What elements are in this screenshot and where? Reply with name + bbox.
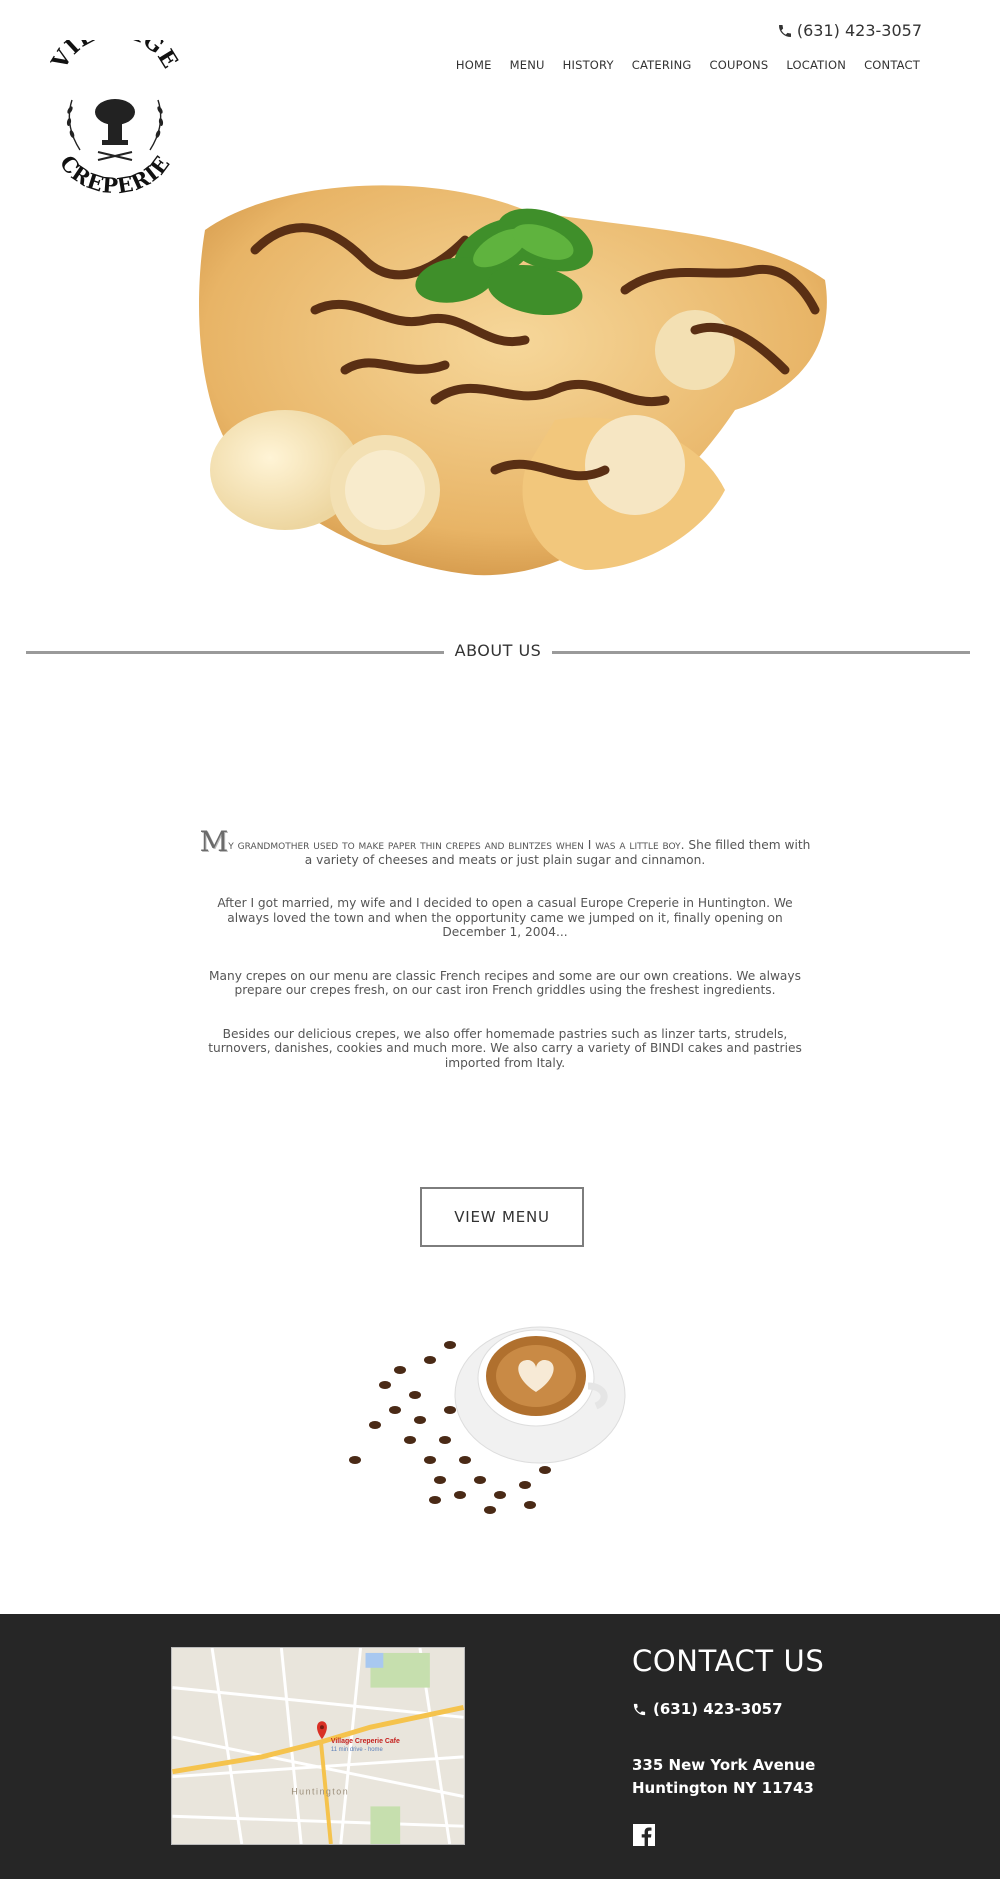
address: 335 New York Avenue Huntington NY 11743 [632,1754,815,1800]
address-line-1: 335 New York Avenue [632,1756,816,1774]
dropcap: M [199,825,229,858]
coffee-image [349,1326,626,1514]
about-text: My grandmother used to make paper thin c… [195,828,815,1099]
address-line-2: Huntington NY 11743 [632,1779,814,1797]
divider-line-right [552,651,970,654]
nav-coupons[interactable]: COUPONS [710,58,769,72]
about-paragraph-3: Many crepes on our menu are classic Fren… [209,968,801,998]
phone-icon [633,1703,646,1715]
map-sublabel: 11 min drive - home [331,1747,384,1753]
svg-text:CREPERIE: CREPERIE [55,150,175,196]
header-phone[interactable]: (631) 423-3057 [777,21,922,40]
creperie-logo[interactable]: VILLIAGE CREPERIE [50,40,180,196]
about-paragraph-1: My grandmother used to make paper thin c… [195,828,815,867]
map-town: Huntington [291,1787,349,1797]
contact-title: CONTACT US [632,1644,825,1678]
about-divider: ABOUT US [26,641,970,660]
about-paragraph-2: After I got married, my wife and I decid… [217,896,793,939]
divider-line-left [26,651,444,654]
location-map[interactable]: Village Creperie Cafe 11 min drive - hom… [171,1647,465,1845]
svg-text:VILLIAGE: VILLIAGE [50,40,180,75]
footer-phone-text: (631) 423-3057 [653,1700,783,1718]
map-label: Village Creperie Cafe [331,1738,400,1745]
about-p1-smallcaps: y grandmother used to make paper thin cr… [228,838,685,852]
footer: Village Creperie Cafe 11 min drive - hom… [0,1614,1000,1879]
nav-contact[interactable]: CONTACT [864,58,920,72]
logo-bottom-text: CREPERIE [55,150,174,196]
main-nav: HOME MENU HISTORY CATERING COUPONS LOCAT… [438,58,920,72]
phone-icon [778,24,791,37]
nav-home[interactable]: HOME [456,58,492,72]
hero-crepes-image [199,185,827,576]
view-menu-button[interactable]: VIEW MENU [420,1187,584,1247]
nav-location[interactable]: LOCATION [786,58,846,72]
footer-phone[interactable]: (631) 423-3057 [632,1700,783,1718]
logo-top-text: VILLIAGE [50,40,180,75]
header-phone-text: (631) 423-3057 [796,21,922,40]
nav-history[interactable]: HISTORY [563,58,614,72]
nav-catering[interactable]: CATERING [632,58,692,72]
about-title: ABOUT US [454,641,542,660]
facebook-icon[interactable] [633,1824,655,1846]
about-paragraph-4: Besides our delicious crepes, we also of… [208,1026,802,1070]
nav-menu[interactable]: MENU [510,58,545,72]
